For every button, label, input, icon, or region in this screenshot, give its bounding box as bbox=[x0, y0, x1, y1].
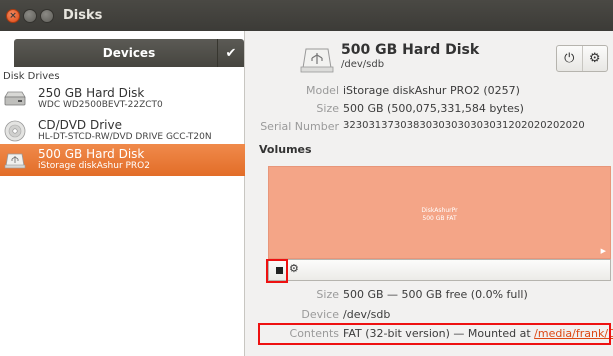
close-icon: × bbox=[9, 11, 17, 21]
power-icon: ⏻ bbox=[564, 51, 575, 66]
window-title: Disks bbox=[63, 8, 103, 23]
drive-model: WDC WD2500BEVT-22ZCT0 bbox=[38, 100, 163, 110]
volume-size-value: 500 GB — 500 GB free (0.0% full) bbox=[343, 288, 528, 301]
volume-info: 500 GB FAT bbox=[422, 215, 457, 222]
disk-detail-pane: 500 GB Hard Disk /dev/sdb ⏻ ⚙ Model iSto… bbox=[246, 31, 613, 356]
devices-header-label: Devices bbox=[102, 46, 156, 60]
model-value: iStorage diskAshur PRO2 (0257) bbox=[343, 84, 520, 97]
power-off-button[interactable]: ⏻ bbox=[557, 46, 583, 71]
minimize-window-button[interactable] bbox=[23, 9, 37, 23]
title-bar: × Disks bbox=[0, 0, 613, 31]
serial-value: 32303137303830303030303031202020202020 bbox=[343, 120, 585, 131]
drive-name: 500 GB Hard Disk bbox=[38, 147, 145, 161]
volume-label: DiskAshurPr 500 GB FAT bbox=[269, 207, 610, 223]
serial-row: Serial Number 32303137303830303030303031… bbox=[246, 120, 613, 134]
play-arrow-icon: ▶ bbox=[600, 247, 606, 255]
size-row: Size 500 GB (500,075,331,584 bytes) bbox=[246, 102, 613, 116]
model-row: Model iStorage diskAshur PRO2 (0257) bbox=[246, 84, 613, 98]
volume-toolbar: ⚙ bbox=[268, 259, 611, 281]
drive-name: CD/DVD Drive bbox=[38, 118, 122, 132]
volume-partition[interactable]: DiskAshurPr 500 GB FAT ▶ bbox=[268, 166, 611, 259]
disk-title: 500 GB Hard Disk bbox=[341, 42, 480, 58]
device-value: /dev/sdb bbox=[343, 308, 391, 321]
volume-size-label: Size bbox=[316, 288, 339, 301]
volumes-heading: Volumes bbox=[259, 143, 312, 156]
maximize-window-button[interactable] bbox=[40, 9, 54, 23]
disk-toolbar: ⏻ ⚙ bbox=[556, 45, 608, 72]
gears-icon[interactable]: ⚙ bbox=[289, 262, 299, 275]
device-label: Device bbox=[301, 308, 339, 321]
drive-item-250gb[interactable]: 250 GB Hard Disk WDC WD2500BEVT-22ZCT0 bbox=[0, 83, 245, 115]
optical-drive-icon bbox=[4, 120, 26, 142]
size-value: 500 GB (500,075,331,584 bytes) bbox=[343, 102, 524, 115]
drive-name: 250 GB Hard Disk bbox=[38, 86, 145, 100]
close-window-button[interactable]: × bbox=[6, 9, 20, 23]
drive-item-500gb[interactable]: 500 GB Hard Disk iStorage diskAshur PRO2 bbox=[0, 144, 245, 176]
disk-path: /dev/sdb bbox=[341, 59, 385, 70]
volume-name: DiskAshurPr bbox=[421, 207, 458, 214]
size-label: Size bbox=[316, 102, 339, 115]
drive-model: iStorage diskAshur PRO2 bbox=[38, 161, 150, 171]
harddisk-icon bbox=[4, 91, 26, 106]
device-row: Device /dev/sdb bbox=[246, 308, 613, 322]
check-icon[interactable]: ✔ bbox=[217, 39, 244, 67]
gear-icon: ⚙ bbox=[588, 51, 601, 66]
disk-settings-button[interactable]: ⚙ bbox=[583, 46, 608, 71]
drive-model: HL-DT-STCD-RW/DVD DRIVE GCC-T20N bbox=[38, 132, 212, 142]
serial-label: Serial Number bbox=[260, 120, 339, 133]
usb-disk-icon bbox=[4, 153, 26, 169]
disk-drives-group-label: Disk Drives bbox=[3, 71, 60, 82]
highlight-unmount-button bbox=[266, 259, 288, 283]
usb-disk-icon bbox=[300, 48, 334, 73]
model-label: Model bbox=[305, 84, 339, 97]
devices-header: Devices ✔ bbox=[14, 39, 244, 67]
devices-pane: Devices ✔ Disk Drives 250 GB Hard Disk W… bbox=[0, 31, 245, 356]
highlight-contents-row bbox=[258, 323, 611, 345]
drive-item-cd-dvd[interactable]: CD/DVD Drive HL-DT-STCD-RW/DVD DRIVE GCC… bbox=[0, 115, 245, 147]
volume-size-row: Size 500 GB — 500 GB free (0.0% full) bbox=[246, 288, 613, 302]
